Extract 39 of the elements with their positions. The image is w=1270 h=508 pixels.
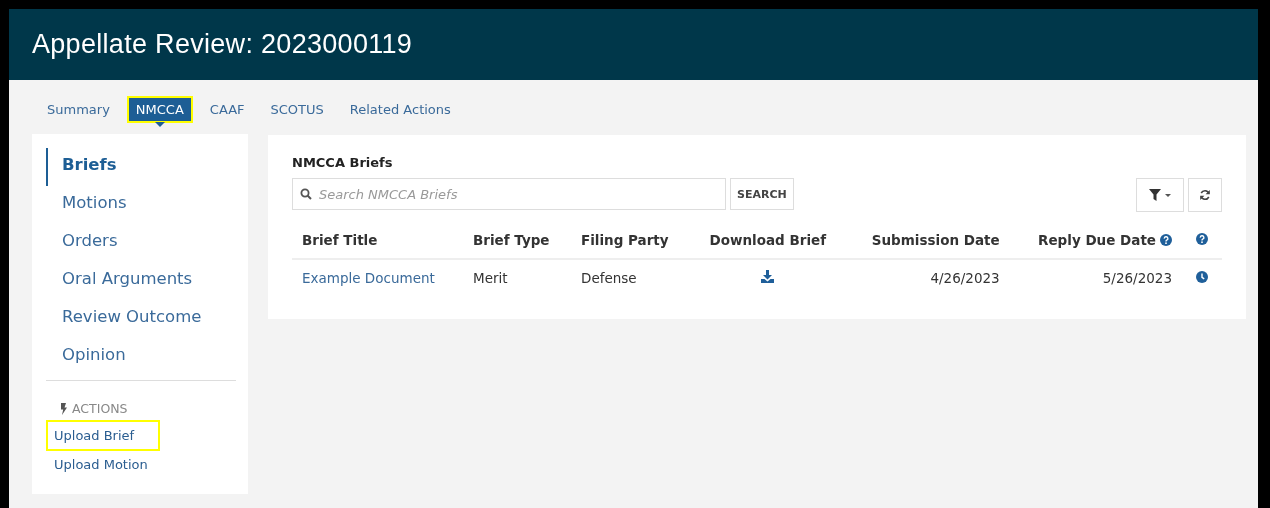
- help-icon[interactable]: [1196, 233, 1208, 245]
- search-field[interactable]: Search NMCCA Briefs: [292, 178, 726, 210]
- table-cell: 4/26/2023: [844, 259, 1010, 296]
- actions-heading: ACTIONS: [72, 401, 128, 416]
- column-header: Brief Type: [463, 226, 571, 259]
- clock-icon[interactable]: [1196, 271, 1208, 283]
- filter-button[interactable]: [1136, 178, 1184, 212]
- sidebar-item[interactable]: Motions: [46, 186, 236, 224]
- refresh-icon: [1199, 189, 1211, 201]
- filter-icon: [1149, 189, 1171, 201]
- action-link[interactable]: Upload Motion: [48, 453, 154, 476]
- column-header: Submission Date: [844, 226, 1010, 259]
- refresh-button[interactable]: [1188, 178, 1222, 212]
- table-cell: 5/26/2023: [1009, 259, 1182, 296]
- sidebar-item[interactable]: Briefs: [46, 148, 236, 186]
- table-cell: Defense: [571, 259, 692, 296]
- panel-title: NMCCA Briefs: [292, 155, 394, 170]
- action-link[interactable]: Upload Brief: [48, 422, 159, 449]
- tab[interactable]: NMCCA: [126, 96, 193, 123]
- sidebar-item[interactable]: Orders: [46, 224, 236, 262]
- column-header: Filing Party: [571, 226, 692, 259]
- sidebar-item[interactable]: Opinion: [46, 338, 236, 376]
- tab[interactable]: SCOTUS: [261, 96, 333, 123]
- search-button[interactable]: SEARCH: [730, 178, 794, 210]
- sidebar-item[interactable]: Review Outcome: [46, 300, 236, 338]
- sidebar-item[interactable]: Oral Arguments: [46, 262, 236, 300]
- help-icon[interactable]: [1160, 234, 1172, 246]
- search-icon: [300, 188, 312, 200]
- tab[interactable]: Related Actions: [340, 96, 460, 123]
- column-header: Reply Due Date: [1009, 226, 1182, 259]
- brief-title-link[interactable]: Example Document: [302, 270, 435, 286]
- download-icon[interactable]: [761, 270, 775, 283]
- tab[interactable]: Summary: [38, 96, 119, 123]
- table-cell: Merit: [463, 259, 571, 296]
- column-header: Brief Title: [292, 226, 463, 259]
- lightning-icon: [60, 402, 68, 415]
- tab[interactable]: CAAF: [200, 96, 254, 123]
- page-title: Appellate Review: 2023000119: [32, 29, 413, 60]
- column-header: Download Brief: [691, 226, 845, 259]
